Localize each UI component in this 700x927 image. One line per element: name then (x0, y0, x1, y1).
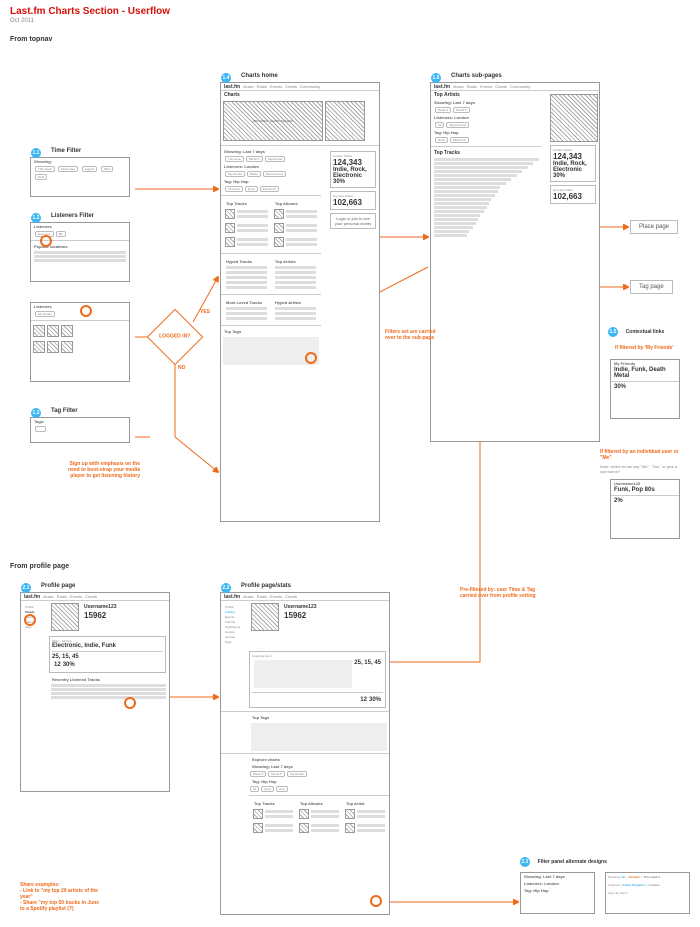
top-nav: last.fmMusicRadioEventsChartsCommunity (431, 83, 599, 91)
alt-heading: 2.3 Filter panel alternate designs (520, 857, 610, 867)
page-date: Oct 2011 (10, 18, 690, 24)
showing: Showing: Last 7 days (221, 148, 321, 155)
charts-h: Charts (221, 91, 379, 99)
section-profile: From profile page (10, 563, 69, 570)
page-title: Last.fm Charts Section - Userflow (10, 6, 690, 17)
badge: 1.3 (31, 408, 41, 418)
listeners: Listeners: London (221, 163, 321, 170)
highlight-circle (305, 352, 317, 364)
panel-title: Profile page (41, 583, 75, 589)
badge: 1.4 (221, 73, 231, 83)
highlight-circle (80, 305, 92, 317)
hero-img (550, 94, 598, 142)
no-label: NO (178, 365, 186, 371)
note-carryover: Filters set are carried over to the sub-… (385, 329, 440, 341)
panel-profile-page: 2.1 Profile page last.fmMusicRadioEvents… (20, 592, 170, 792)
highlight-circle (40, 235, 52, 247)
note-usernote: Note: when do we say "Me", "You" or give… (600, 465, 680, 475)
hiphop-card[interactable]: Hip Hop charts 102,663 (330, 191, 376, 210)
highlight-circle (370, 895, 382, 907)
note-userfilter: If filtered by an individual user or "Me… (600, 449, 680, 461)
top-nav: last.fmMusicRadioEventsChartsCommunity (221, 83, 379, 91)
showing-label: Showing: (31, 158, 129, 165)
badge: 1.2 (31, 213, 41, 223)
pill[interactable]: This week (35, 166, 55, 172)
panel-title: Listeners Filter (51, 213, 94, 219)
hiphop-card[interactable]: Hip Hop charts 102,663 (550, 185, 596, 204)
listeners-label: Listeners (31, 223, 129, 230)
tag-input[interactable] (35, 426, 46, 432)
yes-label: YES (200, 309, 210, 315)
london-card[interactable]: London charts 124,343 Indie, Rock, Elect… (550, 145, 596, 182)
note-prefilter: Pre-filtered by: user Time & Tag carried… (460, 587, 540, 599)
contextual-heading: 1.5 Contextual links (608, 327, 667, 337)
highlight-circle (24, 614, 36, 626)
panel-title: Time Filter (51, 148, 81, 154)
hero-img (325, 101, 365, 141)
panel-tag-filter: 1.3 Tag Filter Tags: (30, 417, 130, 443)
teaser: EDITORIAL CHART TEASER (223, 101, 323, 141)
login-prompt[interactable]: Login or join to see your personal chart… (330, 213, 376, 229)
pill[interactable]: August (82, 166, 97, 172)
badge: 2.1 (21, 583, 31, 593)
badge: 1.5 (431, 73, 441, 83)
panel-time-filter: 1.1 Time Filter Showing: This week Decem… (30, 157, 130, 197)
link-place-page[interactable]: Place page (630, 220, 678, 234)
note-signup: Sign up with emphasis on the need to boo… (60, 461, 140, 479)
card-myfriends: My Friends Indie, Funk, Death Metal 30% (610, 359, 680, 419)
panel-title: Charts home (241, 73, 278, 79)
link-tag-page[interactable]: Tag page (630, 280, 673, 294)
page-header: Last.fm Charts Section - Userflow Oct 20… (0, 0, 700, 30)
note-share: Share examples: - Link to "my top 20 art… (20, 882, 100, 912)
alt-design-1: Showing: Last 7 days Listeners: London T… (520, 872, 595, 914)
panel-title: Charts sub-pages (451, 73, 502, 79)
panel-title: Profile page/stats (241, 583, 291, 589)
panel-charts-home: 1.4 Charts home last.fmMusicRadioEventsC… (220, 82, 380, 522)
panel-profile-stats: 2.2 Profile page/stats last.fmMusicRadio… (220, 592, 390, 915)
pill[interactable]: My friends (35, 311, 55, 317)
avatar (51, 603, 79, 631)
panel-charts-sub: 1.5 Charts sub-pages last.fmMusicRadioEv… (430, 82, 600, 442)
pill[interactable]: 2012 (101, 166, 114, 172)
alt-design-2: Showing: All > October > This week ▾ Lis… (605, 872, 690, 914)
badge: 2.2 (221, 583, 231, 593)
london-card[interactable]: London charts 124,343 Indie, Rock, Elect… (330, 151, 376, 188)
panel-listeners-filter: 1.2 Listeners Filter Listeners EveryoneM… (30, 222, 130, 282)
tags-label: Tags: (31, 418, 129, 425)
card-user: Username123 Funk, Pop 80s 2% (610, 479, 680, 539)
diagram-canvas: 1.1 Time Filter Showing: This week Decem… (0, 47, 700, 927)
panel-title: Tag Filter (51, 408, 78, 414)
note-friends: If filtered by 'My Friends' (615, 345, 674, 351)
badge: 1.1 (31, 148, 41, 158)
highlight-circle (124, 697, 136, 709)
pill[interactable]: December (58, 166, 78, 172)
pill[interactable]: 2011 (35, 174, 47, 180)
pill[interactable]: Me (56, 231, 66, 237)
taghh: Tag: Hip Hop (221, 178, 321, 185)
section-topnav: From topnav (10, 36, 700, 43)
